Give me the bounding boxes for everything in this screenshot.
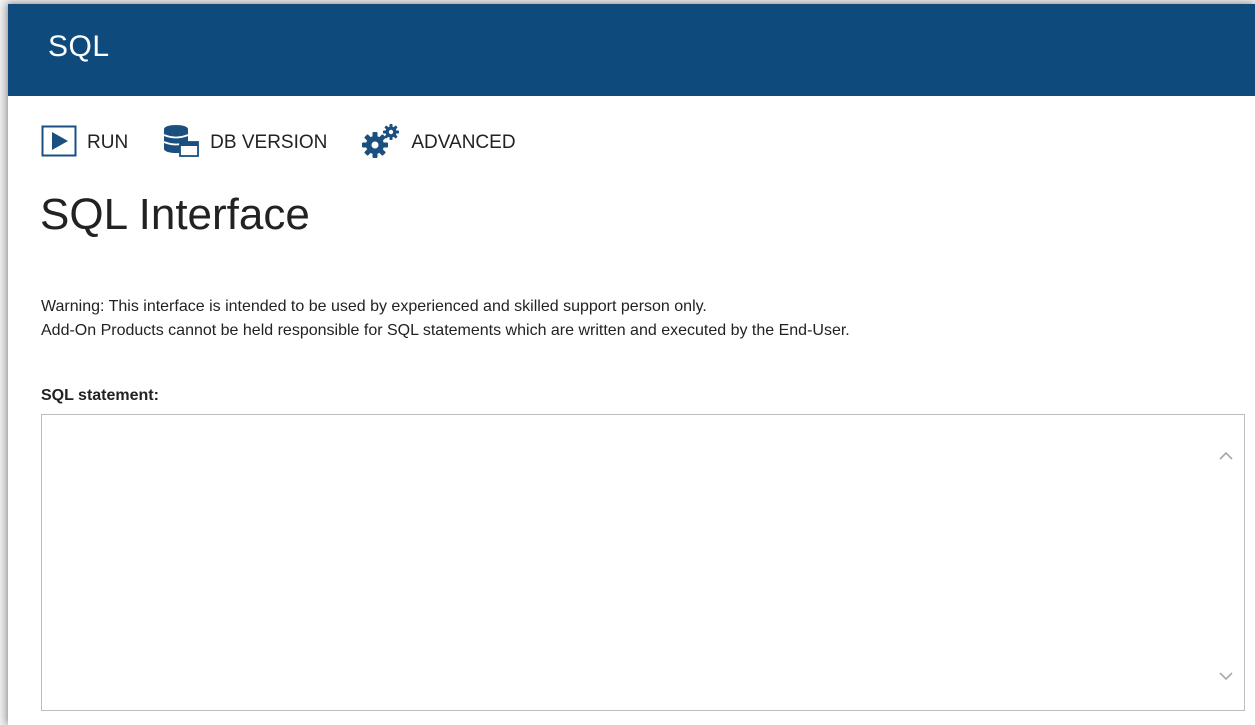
warning-line-1: Warning: This interface is intended to b… [41, 298, 707, 315]
window-title: SQL [48, 30, 110, 63]
sql-statement-label: SQL statement: [41, 387, 159, 404]
database-icon [162, 124, 200, 163]
sql-window: SQL RUN DB VERSION ADVANCED SQL Interfac… [8, 4, 1255, 725]
advanced-label: ADVANCED [411, 132, 516, 153]
scroll-up-icon[interactable] [1218, 448, 1234, 464]
warning-line-2: Add-On Products cannot be held responsib… [41, 322, 850, 339]
scroll-down-icon[interactable] [1218, 668, 1234, 684]
vertical-scrollbar[interactable] [1210, 415, 1244, 710]
gears-icon [361, 123, 401, 164]
play-icon [41, 125, 77, 162]
toolbar: RUN DB VERSION ADVANCED [41, 122, 550, 164]
title-bar: SQL [8, 4, 1255, 96]
sql-statement-box [41, 414, 1245, 711]
db-version-button[interactable]: DB VERSION [162, 124, 327, 163]
run-label: RUN [87, 132, 129, 153]
window-background: SQL RUN DB VERSION ADVANCED SQL Interfac… [0, 0, 1255, 725]
advanced-button[interactable]: ADVANCED [361, 123, 516, 164]
run-button[interactable]: RUN [41, 125, 128, 162]
warning-text: Warning: This interface is intended to b… [41, 295, 1221, 343]
db-version-label: DB VERSION [210, 132, 328, 153]
sql-statement-input[interactable] [42, 415, 1202, 710]
page-title: SQL Interface [40, 190, 310, 239]
